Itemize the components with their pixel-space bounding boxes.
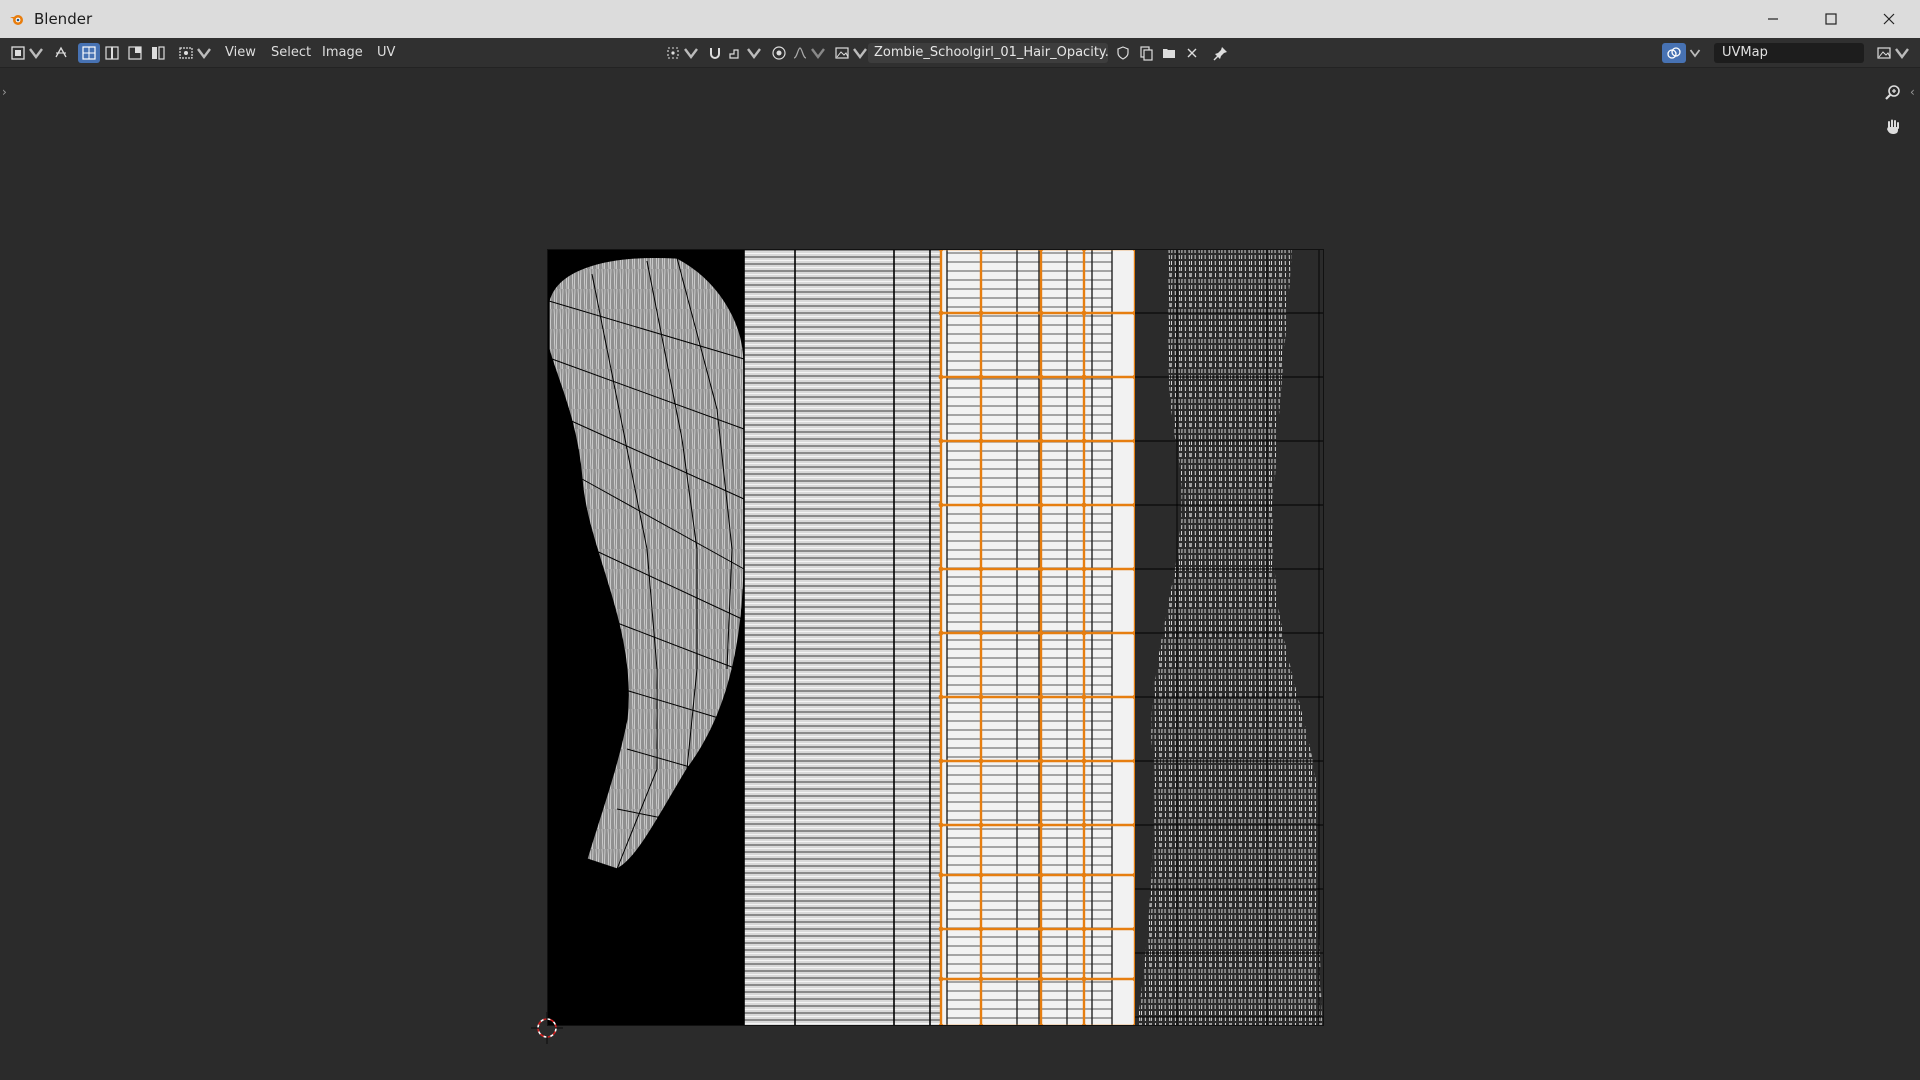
new-image-button[interactable] — [1135, 43, 1157, 63]
blender-logo-icon — [10, 15, 23, 25]
uvmap-selector[interactable]: UVMap — [1714, 43, 1864, 63]
uv-sync-selection-button[interactable] — [50, 43, 72, 63]
pan-gizmo[interactable] — [1880, 114, 1906, 140]
face-select-icon — [128, 46, 142, 60]
uv-editor-icon — [11, 46, 25, 60]
vertex-select-icon — [82, 46, 96, 60]
image-browse-button[interactable] — [834, 43, 868, 63]
overlays-toggle[interactable] — [1662, 43, 1686, 63]
overlays-dropdown[interactable] — [1687, 43, 1701, 63]
sticky-selection-icon — [179, 47, 193, 59]
maximize-button[interactable] — [1802, 0, 1860, 38]
pin-icon — [1213, 47, 1227, 61]
vertex-select-mode-button[interactable] — [78, 43, 100, 63]
chevron-down-icon — [1895, 48, 1909, 59]
island-select-mode-button[interactable] — [147, 43, 169, 63]
chevron-down-icon — [684, 48, 698, 59]
zoom-icon — [1885, 85, 1900, 100]
editor-type-button[interactable] — [10, 43, 44, 63]
chevron-down-icon — [811, 48, 825, 59]
uv-editor-viewport[interactable]: › ‹ — [0, 69, 1920, 1080]
pivot-point-dropdown[interactable] — [665, 43, 699, 63]
display-channels-icon — [1877, 47, 1891, 59]
proportional-edit-icon — [772, 46, 786, 60]
image-name-field[interactable]: Zombie_Schoolgirl_01_Hair_Opacity.png — [868, 43, 1108, 63]
chevron-down-icon — [747, 48, 761, 59]
uv-sync-selection-icon — [55, 46, 67, 58]
proportional-falloff-dropdown[interactable] — [792, 43, 826, 63]
menu-select[interactable]: Select — [271, 45, 311, 60]
sidebar-expand-arrow-icon[interactable]: ‹ — [1910, 85, 1915, 99]
chevron-down-icon — [29, 48, 43, 59]
proportional-edit-toggle[interactable] — [768, 43, 790, 63]
pin-image-button[interactable] — [1210, 43, 1232, 63]
falloff-curve-icon — [793, 47, 807, 59]
sticky-selection-dropdown[interactable] — [178, 43, 212, 63]
unlink-x-icon — [1187, 48, 1197, 58]
image-browse-icon — [835, 47, 849, 59]
snap-increment-icon — [729, 49, 739, 59]
snap-magnet-icon — [710, 48, 720, 59]
open-folder-icon — [1163, 49, 1175, 58]
pan-hand-icon — [1887, 119, 1899, 134]
window-titlebar: Blender — [0, 0, 1920, 38]
toolbar-expand-arrow-icon[interactable]: › — [2, 85, 7, 99]
face-select-mode-button[interactable] — [124, 43, 146, 63]
2d-cursor-icon — [531, 1012, 563, 1044]
uv-texture-canvas[interactable] — [547, 249, 1324, 1026]
minimize-button[interactable] — [1744, 0, 1802, 38]
minimize-icon — [1768, 18, 1778, 20]
uv-editor-header: View Select Image UV Zombie_Schoolgirl_0… — [0, 38, 1920, 68]
open-image-button[interactable] — [1158, 43, 1180, 63]
pivot-point-icon — [667, 47, 679, 59]
hair-strip-region — [744, 249, 941, 1026]
display-channels-dropdown[interactable] — [1876, 43, 1910, 63]
snap-target-dropdown[interactable] — [727, 43, 763, 63]
unlink-image-button[interactable] — [1181, 43, 1203, 63]
selected-island-region — [941, 249, 1135, 1026]
menu-image[interactable]: Image — [322, 45, 363, 60]
menu-view[interactable]: View — [225, 45, 256, 60]
snap-toggle[interactable] — [704, 43, 726, 63]
zoom-gizmo[interactable] — [1880, 80, 1906, 106]
maximize-icon — [1825, 13, 1837, 25]
edge-select-icon — [105, 46, 119, 60]
edge-select-mode-button[interactable] — [101, 43, 123, 63]
menu-uv[interactable]: UV — [377, 45, 395, 60]
fake-user-shield-icon — [1117, 46, 1129, 60]
chevron-down-icon — [853, 48, 867, 59]
new-image-icon — [1140, 46, 1153, 61]
chevron-down-icon — [1689, 49, 1701, 58]
fake-user-button[interactable] — [1112, 43, 1134, 63]
chevron-down-icon — [197, 48, 211, 59]
close-button[interactable] — [1860, 0, 1918, 38]
window-title: Blender — [34, 10, 93, 28]
overlays-icon — [1667, 47, 1681, 59]
island-select-icon — [152, 46, 165, 60]
close-icon — [1883, 13, 1895, 25]
